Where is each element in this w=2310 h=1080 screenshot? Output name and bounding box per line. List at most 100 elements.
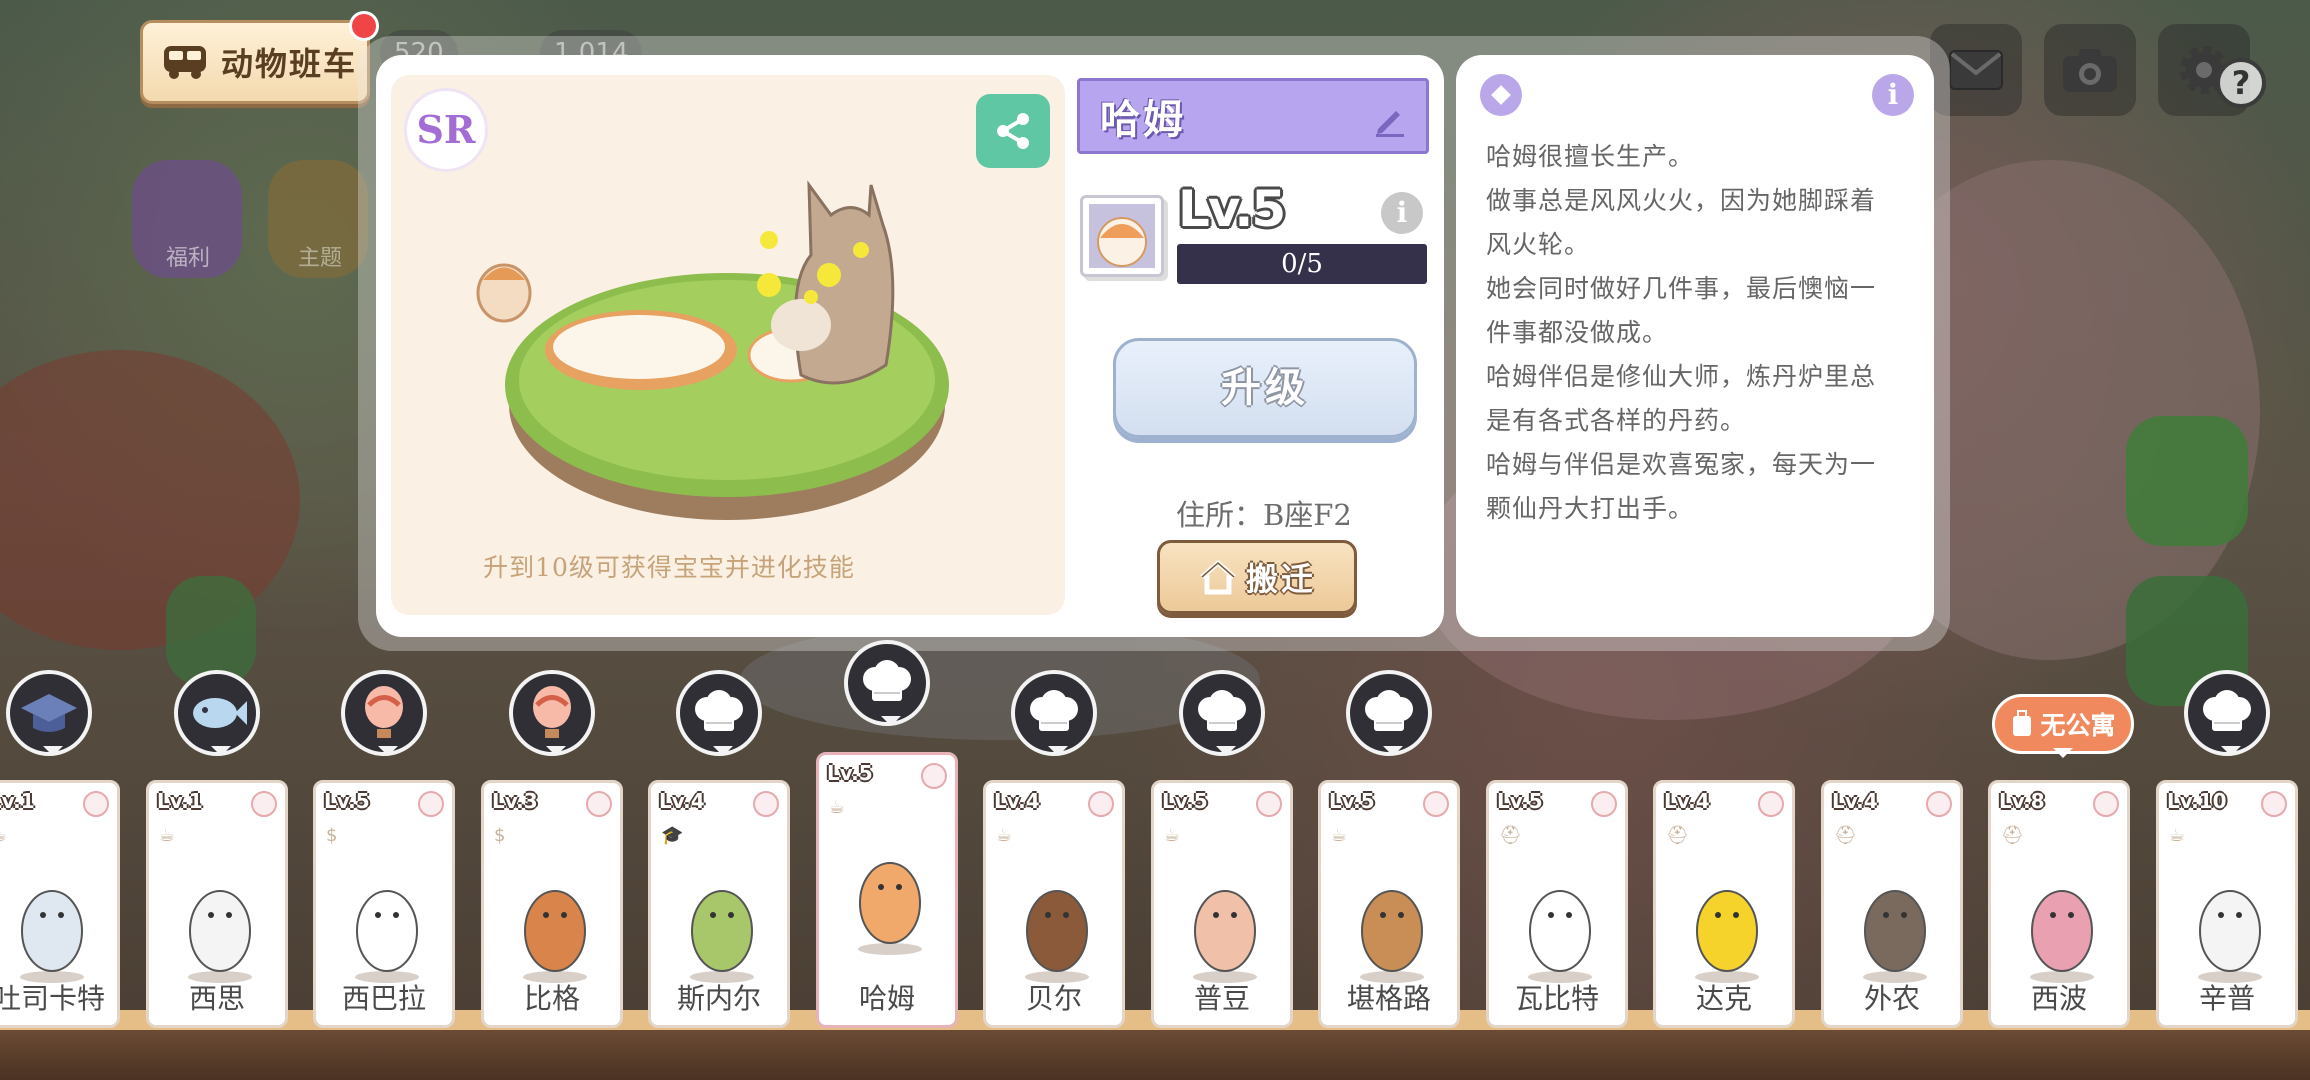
job-category-icon: ⛑ — [1666, 825, 1689, 846]
job-bubble-chef-hat-icon[interactable] — [844, 640, 930, 726]
animal-figure — [355, 890, 419, 983]
job-bubble-chef-hat-icon[interactable] — [1179, 670, 1265, 756]
character-card[interactable]: Lv.8 ⛑ 西波 — [1988, 780, 2130, 1028]
welfare-label: 福利 — [165, 246, 210, 271]
bus-icon — [164, 46, 206, 79]
job-category-icon: ⛑ — [1834, 825, 1857, 846]
evolution-hint: 升到10级可获得宝宝并进化技能 — [483, 553, 855, 582]
location-pin-icon — [1088, 791, 1114, 817]
level-info-button[interactable]: i — [1381, 192, 1423, 234]
job-category-icon: $ — [494, 825, 506, 846]
job-bubble-chef-hat-icon[interactable] — [676, 670, 762, 756]
animal-figure — [1528, 890, 1592, 983]
job-category-icon: ☕ — [2169, 825, 2186, 846]
description-line: 哈姆与伴侣是欢喜冤家，每天为一颗仙丹大打出手。 — [1486, 450, 1877, 523]
animal-figure — [20, 890, 84, 983]
experience-text: 0/5 — [1281, 249, 1323, 279]
animal-figure — [1025, 890, 1089, 983]
card-name: 贝尔 — [1025, 982, 1082, 1015]
job-bubble-balloon-icon[interactable] — [341, 670, 427, 756]
location-pin-icon — [1591, 791, 1617, 817]
animal-figure — [2198, 890, 2262, 983]
character-name-field[interactable]: 哈姆 — [1077, 78, 1429, 154]
location-pin-icon — [921, 763, 947, 789]
character-avatar — [1080, 195, 1164, 277]
description-info-button[interactable]: i — [1872, 74, 1914, 116]
card-level: Lv.4 — [1832, 789, 1878, 813]
card-name: 斯内尔 — [676, 982, 761, 1015]
no-apartment-badge: 无公寓 — [1992, 694, 2134, 758]
location-pin-icon — [2261, 791, 2287, 817]
theme-button[interactable]: 主题 — [280, 240, 360, 272]
animal-figure — [858, 862, 922, 955]
animal-figure — [690, 890, 754, 983]
share-button[interactable] — [976, 94, 1050, 168]
character-card[interactable]: Lv.5 ☕ 堪格路 — [1318, 780, 1460, 1028]
job-category-icon: ☕ — [159, 825, 176, 846]
move-house-button[interactable]: 搬迁 — [1157, 540, 1357, 614]
character-card[interactable]: Lv.4 ⛑ 达克 — [1653, 780, 1795, 1028]
description-line: 哈姆伴侣是修仙大师，炼丹炉里总是有各式各样的丹药。 — [1486, 362, 1877, 435]
location-pin-icon — [1256, 791, 1282, 817]
card-level: Lv.5 — [1162, 789, 1208, 813]
animal-figure — [188, 890, 252, 983]
character-card[interactable]: Lv.3 $ 比格 — [481, 780, 623, 1028]
move-house-label: 搬迁 — [1245, 560, 1316, 598]
character-card[interactable]: Lv.5 ☕ 普豆 — [1151, 780, 1293, 1028]
character-level: Lv.5 — [1178, 180, 1286, 238]
upgrade-button[interactable]: 升级 — [1113, 338, 1417, 438]
card-name: 哈姆 — [858, 982, 915, 1015]
character-card[interactable]: Lv.4 ☕ 贝尔 — [983, 780, 1125, 1028]
character-card[interactable]: Lv.1 ☕ 西思 — [146, 780, 288, 1028]
animal-figure — [1193, 890, 1257, 983]
job-bubble-graduation-cap-icon[interactable] — [6, 670, 92, 756]
job-category-icon: ☕ — [996, 825, 1013, 846]
card-name: 达克 — [1695, 982, 1752, 1015]
job-category-icon: ☕ — [1164, 825, 1181, 846]
job-category-icon: ⛑ — [2001, 825, 2024, 846]
character-card[interactable]: Lv.10 ☕ 辛普 — [2156, 780, 2298, 1028]
animal-bus-button[interactable]: 动物班车 — [140, 11, 379, 104]
card-level: Lv.1 — [0, 789, 35, 813]
card-level: Lv.4 — [994, 789, 1040, 813]
location-pin-icon — [2093, 791, 2119, 817]
help-button[interactable]: ? — [2216, 58, 2266, 108]
job-bubble-chef-hat-icon[interactable] — [1346, 670, 1432, 756]
hamster-scene-illustration — [476, 180, 949, 520]
welfare-button[interactable]: 福利 — [138, 240, 238, 272]
animal-figure — [1360, 890, 1424, 983]
rarity-badge: SR — [404, 88, 488, 172]
card-level: Lv.10 — [2167, 789, 2227, 813]
job-bubble-fish-icon[interactable] — [174, 670, 260, 756]
character-description: 哈姆很擅长生产。 做事总是风风火火，因为她脚踩着风火轮。 她会同时做好几件事，最… — [1486, 135, 1896, 531]
character-card[interactable]: Lv.4 ⛑ 外农 — [1821, 780, 1963, 1028]
job-bubble-chef-hat-icon[interactable] — [1011, 670, 1097, 756]
job-bubble-chef-hat-icon[interactable] — [2184, 670, 2270, 756]
character-card[interactable]: Lv.5 $ 西巴拉 — [313, 780, 455, 1028]
description-line: 哈姆很擅长生产。 — [1486, 142, 1695, 171]
card-name: 瓦比特 — [1514, 982, 1599, 1015]
home-icon — [1200, 560, 1236, 595]
notification-dot — [349, 11, 379, 41]
character-card[interactable]: Lv.5 ☕ 哈姆 — [816, 752, 958, 1028]
camera-button[interactable] — [2044, 24, 2136, 116]
animal-figure — [1695, 890, 1759, 983]
card-name: 堪格路 — [1346, 982, 1431, 1015]
card-level: Lv.4 — [1664, 789, 1710, 813]
character-card[interactable]: Lv.4 🎓 斯内尔 — [648, 780, 790, 1028]
edit-pencil-icon[interactable] — [1372, 103, 1406, 137]
location-pin-icon — [586, 791, 612, 817]
card-name: 普豆 — [1193, 982, 1250, 1015]
job-bubble-balloon-icon[interactable] — [509, 670, 595, 756]
character-card[interactable]: Lv.1 ☕ 吐司卡特 — [0, 780, 120, 1028]
card-name: 西波 — [2030, 982, 2087, 1015]
theme-label: 主题 — [297, 246, 342, 271]
description-line: 她会同时做好几件事，最后懊恼一件事都没做成。 — [1486, 274, 1877, 347]
card-name: 比格 — [523, 982, 580, 1015]
character-card[interactable]: Lv.5 ⛑ 瓦比特 — [1486, 780, 1628, 1028]
card-level: Lv.5 — [1497, 789, 1543, 813]
location-pin-icon — [753, 791, 779, 817]
card-name: 外农 — [1863, 982, 1920, 1015]
animal-bus-label: 动物班车 — [221, 45, 358, 83]
job-category-icon: $ — [326, 825, 338, 846]
